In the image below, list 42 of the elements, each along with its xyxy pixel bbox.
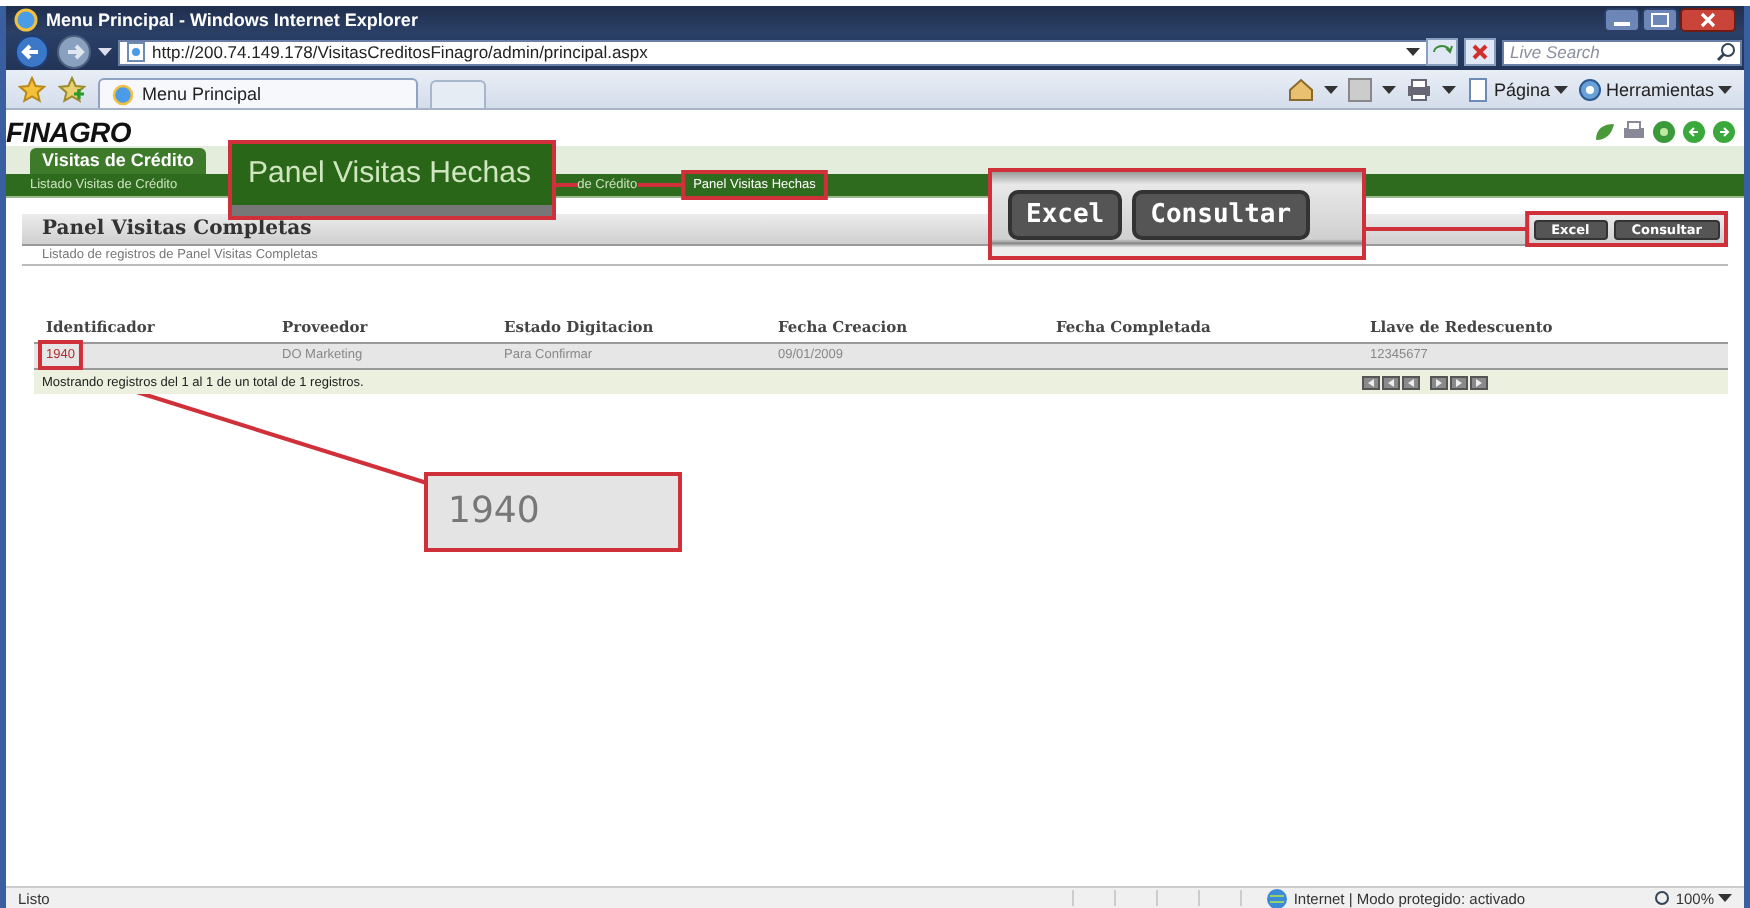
menu-tab[interactable]: Visitas de Crédito xyxy=(30,148,206,174)
dropdown-icon[interactable] xyxy=(98,46,112,58)
last-page-icon[interactable] xyxy=(1470,375,1488,389)
toolbar-menu[interactable]: Herramientas xyxy=(1577,77,1732,101)
close-icon[interactable] xyxy=(1680,8,1736,32)
window-title: Menu Principal - Windows Internet Explorer xyxy=(46,10,418,30)
page-icon xyxy=(126,42,146,62)
forward-icon[interactable] xyxy=(56,34,92,70)
dropdown-icon[interactable] xyxy=(1441,83,1456,95)
print-icon[interactable] xyxy=(1405,77,1432,101)
dropdown-icon[interactable] xyxy=(1381,83,1396,95)
maximize-icon[interactable] xyxy=(1642,8,1678,32)
first-page-icon[interactable] xyxy=(1362,375,1380,389)
browser-icon xyxy=(14,8,38,32)
globe-icon xyxy=(1265,887,1288,908)
add-favorites-icon[interactable] xyxy=(58,75,86,103)
browser-icon xyxy=(112,83,134,105)
next-page-icon[interactable] xyxy=(1450,375,1468,389)
dropdown-icon xyxy=(1718,83,1732,95)
search-field[interactable]: Live Search xyxy=(1502,39,1742,65)
minimize-icon[interactable] xyxy=(1604,8,1640,32)
logo: FINAGRO xyxy=(6,115,131,147)
dropdown-icon[interactable] xyxy=(1323,83,1338,95)
favorites-star-icon[interactable] xyxy=(18,75,46,103)
dropdown-icon xyxy=(1553,83,1568,95)
previous-page-icon[interactable] xyxy=(1382,375,1400,389)
home-icon[interactable] xyxy=(1287,77,1314,101)
callout-label: Panel Visitas Hechas xyxy=(228,140,556,220)
highlight-frame xyxy=(38,340,83,370)
previous-block-icon[interactable] xyxy=(1402,375,1420,389)
print-icon[interactable] xyxy=(1622,119,1646,143)
dropdown-icon[interactable] xyxy=(1406,46,1420,58)
next-block-icon[interactable] xyxy=(1430,375,1448,389)
page-icon xyxy=(1465,77,1490,101)
toolbar-menu[interactable]: Página xyxy=(1465,77,1568,101)
browser-tab[interactable]: Menu Principal xyxy=(98,78,418,108)
back-icon[interactable] xyxy=(14,34,50,70)
panel-title: Panel Visitas Completas xyxy=(42,218,312,240)
dropdown-icon xyxy=(1718,892,1732,904)
stop-icon[interactable] xyxy=(1464,38,1496,66)
callout-label: 1940 xyxy=(424,472,682,552)
leaf-icon[interactable] xyxy=(1592,119,1616,143)
